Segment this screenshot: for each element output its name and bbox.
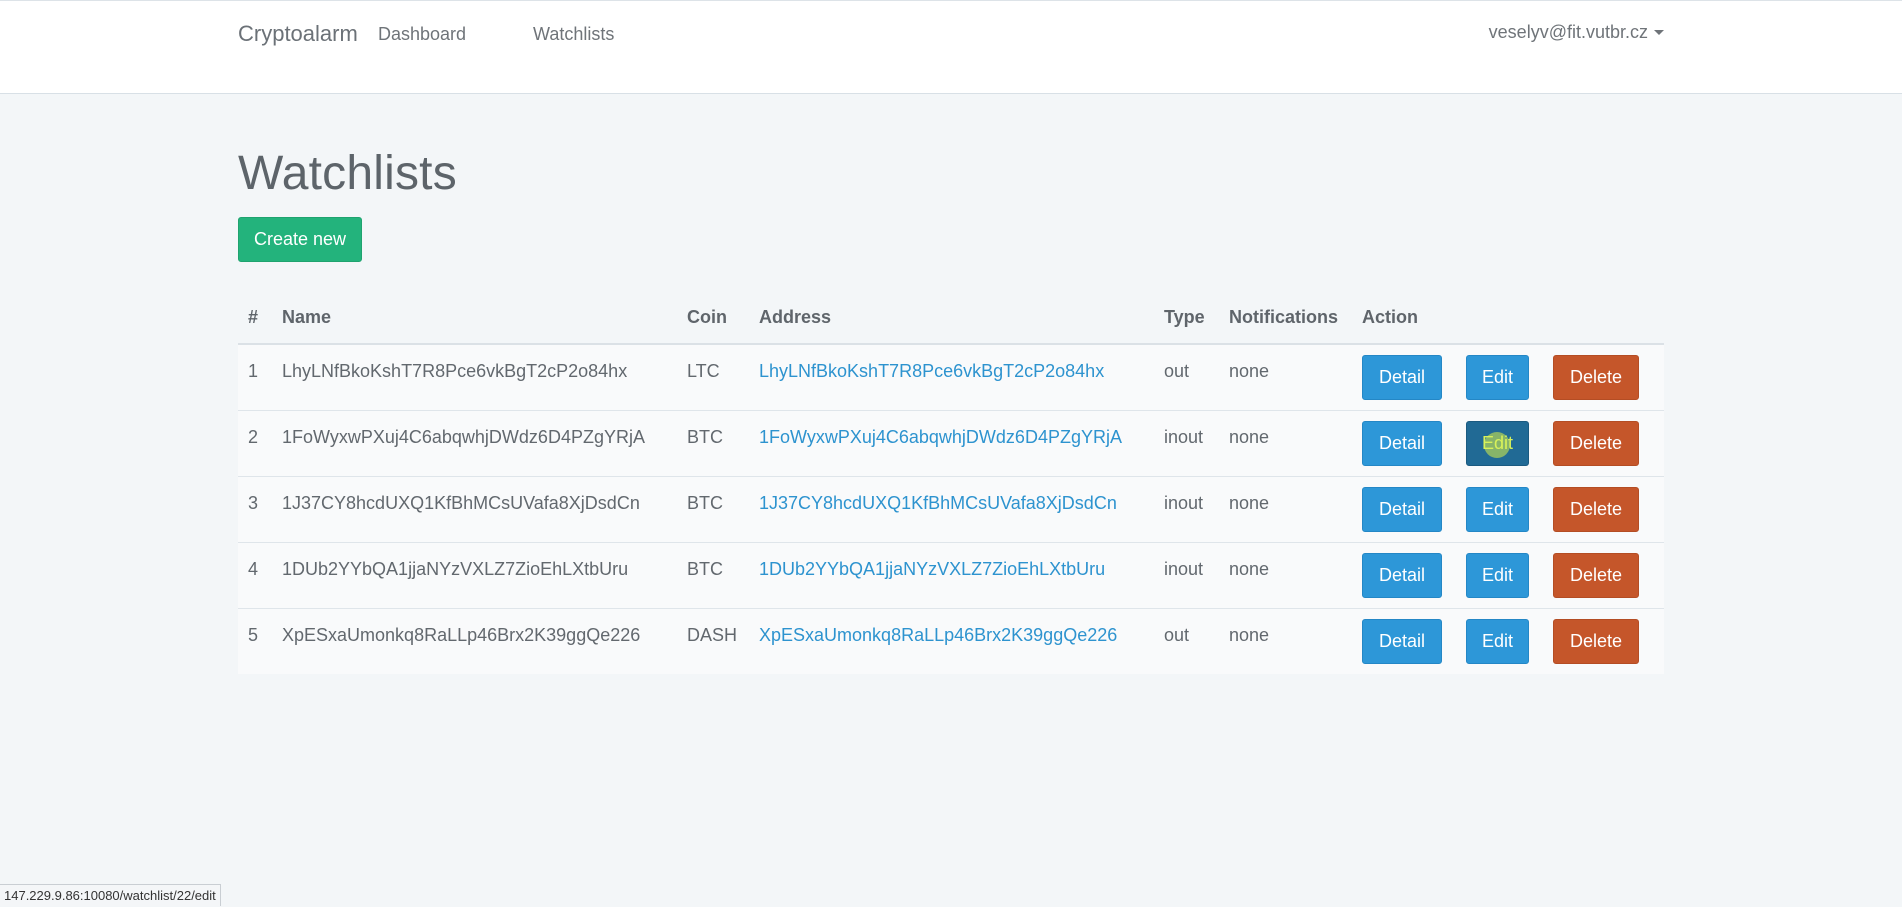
- row-notifications: none: [1229, 608, 1362, 674]
- user-menu-toggle[interactable]: veselyv@fit.vutbr.cz: [1489, 22, 1664, 43]
- row-type: inout: [1164, 476, 1229, 542]
- row-name: XpESxaUmonkq8RaLLp46Brx2K39ggQe226: [282, 608, 687, 674]
- edit-button[interactable]: Edit: [1466, 355, 1529, 400]
- row-name: 1J37CY8hcdUXQ1KfBhMCsUVafa8XjDsdCn: [282, 476, 687, 542]
- row-type: out: [1164, 608, 1229, 674]
- nav-link-dashboard[interactable]: Dashboard: [378, 24, 466, 45]
- row-coin: BTC: [687, 476, 759, 542]
- create-new-button[interactable]: Create new: [238, 217, 362, 262]
- table-row: 3 1J37CY8hcdUXQ1KfBhMCsUVafa8XjDsdCn BTC…: [238, 476, 1664, 542]
- detail-button[interactable]: Detail: [1362, 355, 1442, 400]
- row-number: 3: [238, 476, 282, 542]
- navbar-inner: Cryptoalarm Dashboard Watchlists veselyv…: [238, 1, 1664, 65]
- detail-button[interactable]: Detail: [1362, 487, 1442, 532]
- table-row: 1 LhyLNfBkoKshT7R8Pce6vkBgT2cP2o84hx LTC…: [238, 344, 1664, 410]
- row-coin: DASH: [687, 608, 759, 674]
- table-header-row: # Name Coin Address Type Notifications A…: [238, 292, 1664, 344]
- row-notifications: none: [1229, 476, 1362, 542]
- main-content: Watchlists Create new # Name Coin Addres…: [238, 94, 1664, 674]
- header-address: Address: [759, 292, 1164, 344]
- header-number: #: [238, 292, 282, 344]
- header-name: Name: [282, 292, 687, 344]
- row-address-link[interactable]: XpESxaUmonkq8RaLLp46Brx2K39ggQe226: [759, 625, 1117, 645]
- row-address-link[interactable]: 1FoWyxwPXuj4C6abqwhjDWdz6D4PZgYRjA: [759, 427, 1122, 447]
- nav-link-watchlists[interactable]: Watchlists: [533, 24, 614, 45]
- detail-button[interactable]: Detail: [1362, 553, 1442, 598]
- row-notifications: none: [1229, 542, 1362, 608]
- row-number: 5: [238, 608, 282, 674]
- header-notifications: Notifications: [1229, 292, 1362, 344]
- row-actions: Detail Edit Delete: [1362, 608, 1664, 674]
- row-notifications: none: [1229, 344, 1362, 410]
- row-address-link[interactable]: 1J37CY8hcdUXQ1KfBhMCsUVafa8XjDsdCn: [759, 493, 1117, 513]
- row-actions: Detail Edit Delete: [1362, 410, 1664, 476]
- row-notifications: none: [1229, 410, 1362, 476]
- row-type: inout: [1164, 410, 1229, 476]
- delete-button[interactable]: Delete: [1553, 355, 1639, 400]
- row-number: 2: [238, 410, 282, 476]
- page-title: Watchlists: [238, 146, 1664, 201]
- row-number: 1: [238, 344, 282, 410]
- top-navbar: Cryptoalarm Dashboard Watchlists veselyv…: [0, 0, 1902, 94]
- brand-link[interactable]: Cryptoalarm: [238, 21, 358, 47]
- table-row: 5 XpESxaUmonkq8RaLLp46Brx2K39ggQe226 DAS…: [238, 608, 1664, 674]
- table-row: 4 1DUb2YYbQA1jjaNYzVXLZ7ZioEhLXtbUru BTC…: [238, 542, 1664, 608]
- browser-status-bar: 147.229.9.86:10080/watchlist/22/edit: [0, 884, 221, 906]
- detail-button[interactable]: Detail: [1362, 421, 1442, 466]
- row-name: 1FoWyxwPXuj4C6abqwhjDWdz6D4PZgYRjA: [282, 410, 687, 476]
- header-action: Action: [1362, 292, 1664, 344]
- user-email: veselyv@fit.vutbr.cz: [1489, 22, 1648, 43]
- header-type: Type: [1164, 292, 1229, 344]
- edit-button-label: Edit: [1482, 433, 1513, 454]
- edit-button[interactable]: Edit: [1466, 619, 1529, 664]
- delete-button[interactable]: Delete: [1553, 421, 1639, 466]
- row-name: LhyLNfBkoKshT7R8Pce6vkBgT2cP2o84hx: [282, 344, 687, 410]
- table-row: 2 1FoWyxwPXuj4C6abqwhjDWdz6D4PZgYRjA BTC…: [238, 410, 1664, 476]
- row-name: 1DUb2YYbQA1jjaNYzVXLZ7ZioEhLXtbUru: [282, 542, 687, 608]
- edit-button-active[interactable]: Edit: [1466, 421, 1529, 466]
- watchlists-table: # Name Coin Address Type Notifications A…: [238, 292, 1664, 674]
- row-coin: BTC: [687, 410, 759, 476]
- delete-button[interactable]: Delete: [1553, 487, 1639, 532]
- delete-button[interactable]: Delete: [1553, 619, 1639, 664]
- row-number: 4: [238, 542, 282, 608]
- row-address-link[interactable]: LhyLNfBkoKshT7R8Pce6vkBgT2cP2o84hx: [759, 361, 1104, 381]
- row-type: out: [1164, 344, 1229, 410]
- row-actions: Detail Edit Delete: [1362, 344, 1664, 410]
- row-type: inout: [1164, 542, 1229, 608]
- row-coin: LTC: [687, 344, 759, 410]
- row-actions: Detail Edit Delete: [1362, 542, 1664, 608]
- edit-button[interactable]: Edit: [1466, 553, 1529, 598]
- caret-down-icon: [1654, 30, 1664, 35]
- row-address-link[interactable]: 1DUb2YYbQA1jjaNYzVXLZ7ZioEhLXtbUru: [759, 559, 1105, 579]
- row-coin: BTC: [687, 542, 759, 608]
- header-coin: Coin: [687, 292, 759, 344]
- edit-button[interactable]: Edit: [1466, 487, 1529, 532]
- delete-button[interactable]: Delete: [1553, 553, 1639, 598]
- detail-button[interactable]: Detail: [1362, 619, 1442, 664]
- row-actions: Detail Edit Delete: [1362, 476, 1664, 542]
